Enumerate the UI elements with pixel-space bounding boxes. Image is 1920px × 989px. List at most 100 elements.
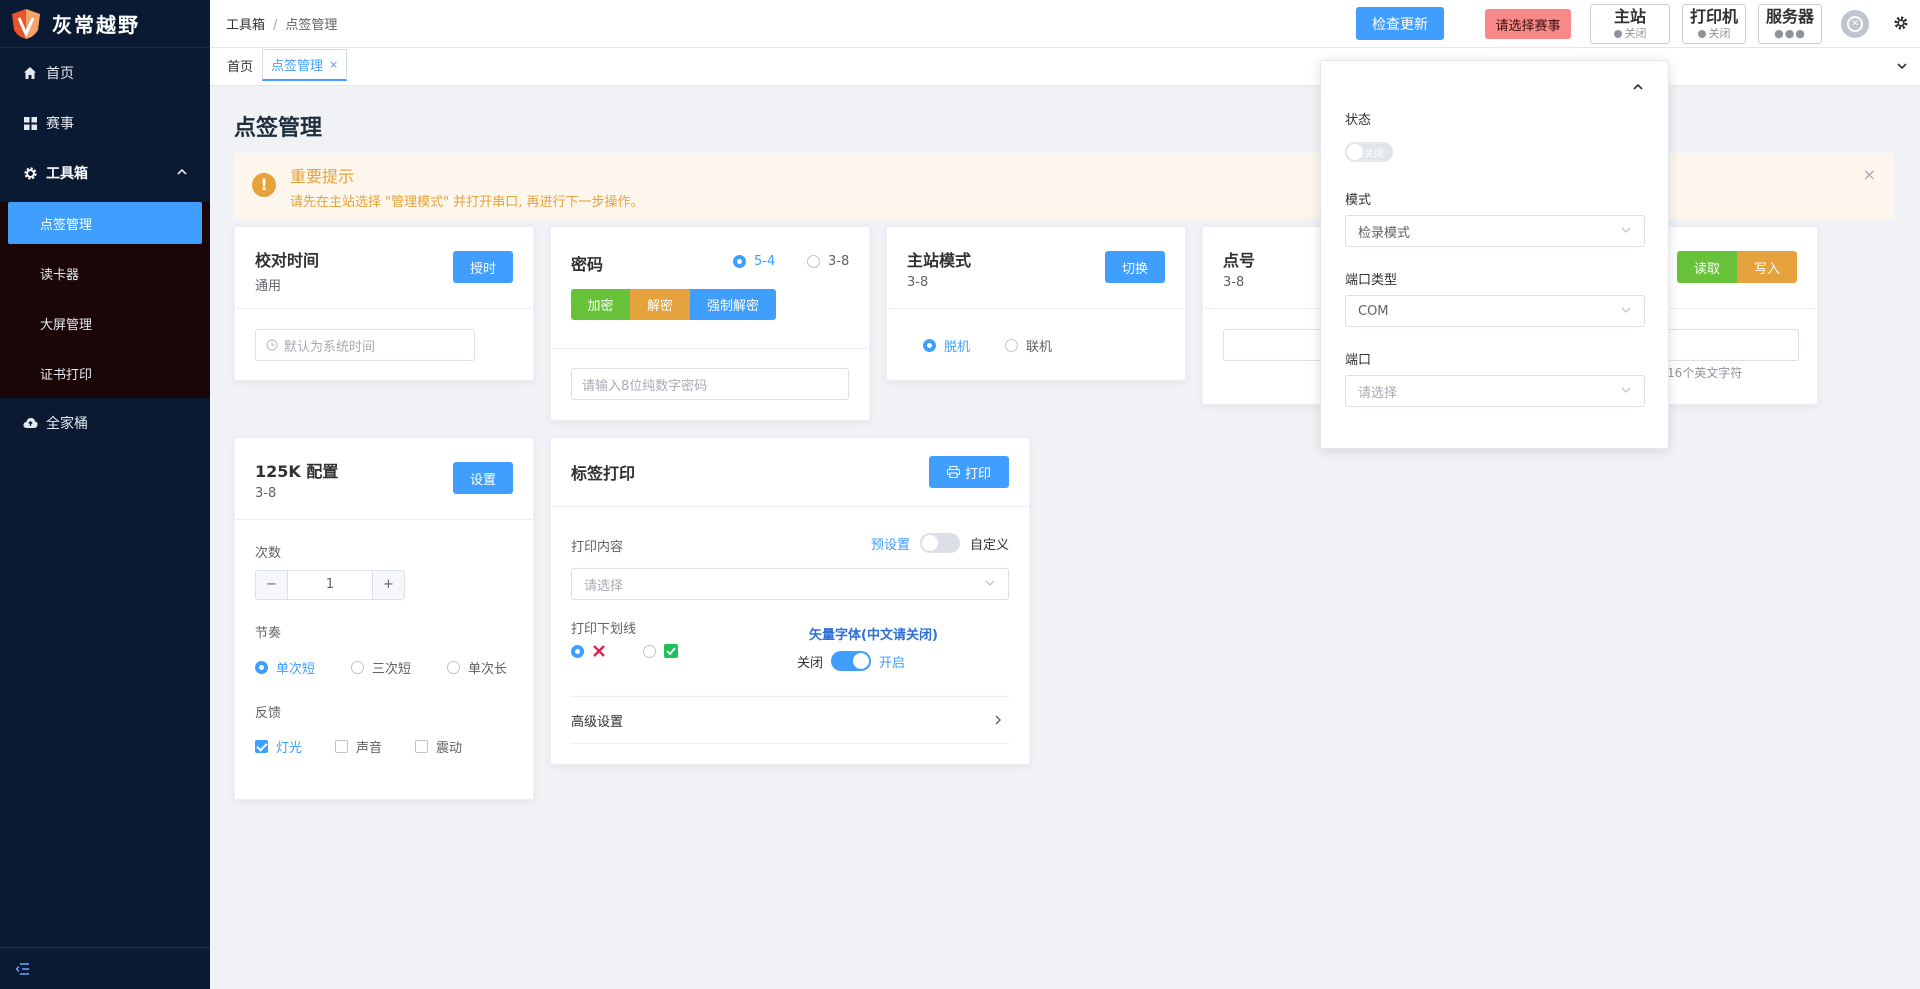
sidebar-item-label: 赛事 bbox=[46, 116, 74, 132]
chevron-down-icon bbox=[1620, 384, 1632, 400]
preset-label: 预设置 bbox=[870, 537, 910, 553]
password-mode-3-8-radio[interactable]: 3-8 bbox=[807, 254, 849, 269]
sidebar-item-toolbox[interactable]: 工具箱 bbox=[0, 148, 210, 198]
collapse-chevron-up-icon[interactable] bbox=[1632, 81, 1644, 97]
radio-label: 脱机 bbox=[944, 340, 971, 355]
master-station-status[interactable]: 主站 关闭 bbox=[1590, 4, 1670, 44]
collapse-sidebar-button[interactable] bbox=[0, 947, 210, 989]
online-radio[interactable]: 联机 bbox=[1005, 336, 1052, 355]
vector-off-label: 关闭 bbox=[797, 655, 824, 671]
sidebar-item-label: 首页 bbox=[46, 66, 74, 82]
vector-on-label: 开启 bbox=[879, 655, 906, 671]
mode-value: 检录模式 bbox=[1358, 225, 1411, 241]
check-update-button[interactable]: 检查更新 bbox=[1356, 7, 1444, 40]
alert-title: 重要提示 bbox=[290, 167, 355, 186]
clock-icon bbox=[266, 339, 278, 351]
feedback-light-checkbox[interactable]: 灯光 bbox=[255, 737, 302, 756]
select-event-button[interactable]: 请选择赛事 bbox=[1485, 9, 1571, 39]
force-decrypt-button[interactable]: 强制解密 bbox=[690, 289, 776, 320]
print-content-label: 打印内容 bbox=[571, 540, 624, 555]
grid-icon bbox=[22, 115, 38, 131]
feedback-label: 反馈 bbox=[255, 706, 282, 721]
preset-custom-switch[interactable] bbox=[919, 533, 960, 553]
sidebar-item-family-bucket[interactable]: 全家桶 bbox=[0, 398, 210, 448]
vector-font-switch[interactable] bbox=[831, 651, 872, 671]
encrypt-button[interactable]: 加密 bbox=[571, 289, 630, 320]
increment-button[interactable]: + bbox=[372, 571, 404, 599]
tab-label: 首页 bbox=[227, 59, 254, 75]
sidebar: 灰常越野 首页 赛事 工具箱 点签管理 读卡器 大屏管理 证书打印 全家桶 bbox=[0, 0, 210, 989]
count-value[interactable]: 1 bbox=[288, 571, 372, 599]
port-type-select[interactable]: COM bbox=[1345, 295, 1645, 327]
sidebar-item-home[interactable]: 首页 bbox=[0, 48, 210, 98]
close-alert-icon[interactable]: × bbox=[1863, 165, 1876, 184]
printer-status[interactable]: 打印机 关闭 bbox=[1682, 4, 1746, 44]
rhythm-single-short-radio[interactable]: 单次短 bbox=[255, 658, 315, 677]
read-write-group: 读取 写入 bbox=[1677, 251, 1797, 283]
radio-circle bbox=[643, 644, 656, 658]
radio-circle bbox=[351, 661, 364, 674]
sidebar-subitem-checkin-manage[interactable]: 点签管理 bbox=[8, 202, 202, 244]
switch-mode-button[interactable]: 切换 bbox=[1105, 251, 1165, 283]
menu-fold-icon bbox=[16, 962, 29, 975]
underline-off-radio[interactable] bbox=[571, 644, 606, 658]
avatar[interactable]: ✕ bbox=[1841, 10, 1869, 38]
tab-checkin-manage[interactable]: 点签管理 × bbox=[262, 49, 348, 81]
sidebar-subitem-big-screen[interactable]: 大屏管理 bbox=[0, 298, 210, 348]
radio-circle bbox=[807, 255, 820, 268]
checkbox-box bbox=[335, 740, 348, 753]
status-dot bbox=[1697, 30, 1706, 38]
count-stepper[interactable]: − 1 + bbox=[255, 570, 405, 600]
sidebar-subitem-certificate-print[interactable]: 证书打印 bbox=[0, 348, 210, 398]
printer-title: 打印机 bbox=[1689, 7, 1738, 26]
tab-home[interactable]: 首页 bbox=[218, 49, 262, 81]
port-select[interactable]: 请选择 bbox=[1345, 375, 1645, 407]
underline-on-radio[interactable] bbox=[643, 644, 678, 658]
time-input-placeholder: 默认为系统时间 bbox=[284, 339, 376, 355]
status-switch[interactable]: 关闭 bbox=[1345, 142, 1393, 162]
password-mode-5-4-radio[interactable]: 5-4 bbox=[733, 254, 775, 269]
close-tab-icon[interactable]: × bbox=[329, 58, 338, 71]
read-button[interactable]: 读取 bbox=[1677, 251, 1737, 283]
offline-radio[interactable]: 脱机 bbox=[923, 336, 970, 355]
chevron-down-icon bbox=[1620, 304, 1632, 320]
feedback-sound-checkbox[interactable]: 声音 bbox=[335, 737, 382, 756]
sync-time-button[interactable]: 授时 bbox=[453, 251, 513, 283]
chevron-up-icon bbox=[176, 166, 188, 182]
feedback-vibrate-checkbox[interactable]: 震动 bbox=[415, 737, 462, 756]
write-button[interactable]: 写入 bbox=[1737, 251, 1797, 283]
sidebar-item-events[interactable]: 赛事 bbox=[0, 98, 210, 148]
advanced-settings-row[interactable]: 高级设置 bbox=[571, 696, 1009, 744]
page-title: 点签管理 bbox=[234, 116, 323, 141]
password-input[interactable]: 请输入8位纯数字密码 bbox=[571, 368, 849, 400]
decrement-button[interactable]: − bbox=[256, 571, 288, 599]
calibrate-time-card: 校对时间 通用 授时 默认为系统时间 bbox=[234, 226, 534, 381]
custom-label: 自定义 bbox=[969, 537, 1009, 553]
tabs-dropdown-chevron-icon[interactable] bbox=[1896, 60, 1908, 76]
switch-knob bbox=[1347, 144, 1363, 160]
toolbox-submenu: 点签管理 读卡器 大屏管理 证书打印 bbox=[0, 202, 210, 398]
radio-label: 单次长 bbox=[468, 662, 508, 677]
cross-mark-icon bbox=[593, 645, 605, 657]
rhythm-triple-short-radio[interactable]: 三次短 bbox=[351, 658, 411, 677]
alert-description: 请先在主站选择 "管理模式" 并打开串口, 再进行下一步操作。 bbox=[290, 195, 644, 210]
breadcrumb-item-toolbox[interactable]: 工具箱 bbox=[226, 18, 265, 33]
radio-circle bbox=[1005, 339, 1018, 352]
sidebar-subitem-card-reader[interactable]: 读卡器 bbox=[0, 248, 210, 298]
status-label: 状态 bbox=[1345, 113, 1372, 128]
server-status[interactable]: 服务器 ●●● bbox=[1758, 4, 1822, 44]
decrypt-button[interactable]: 解密 bbox=[630, 289, 690, 320]
preset-custom-toggle-group: 预设置 自定义 bbox=[871, 533, 1009, 553]
close-circle-icon: ✕ bbox=[1847, 16, 1863, 32]
print-content-select[interactable]: 请选择 bbox=[571, 568, 1009, 600]
printer-status-text: 关闭 bbox=[1708, 27, 1731, 40]
rhythm-single-long-radio[interactable]: 单次长 bbox=[447, 658, 507, 677]
mode-select[interactable]: 检录模式 bbox=[1345, 215, 1645, 247]
gear-icon bbox=[22, 165, 38, 181]
print-button[interactable]: 打印 bbox=[929, 456, 1009, 488]
radio-circle bbox=[255, 661, 268, 674]
status-switch-text: 关闭 bbox=[1364, 149, 1384, 160]
settings-gear-icon[interactable] bbox=[1893, 15, 1909, 35]
apply-settings-button[interactable]: 设置 bbox=[453, 462, 513, 494]
time-input[interactable]: 默认为系统时间 bbox=[255, 329, 475, 361]
